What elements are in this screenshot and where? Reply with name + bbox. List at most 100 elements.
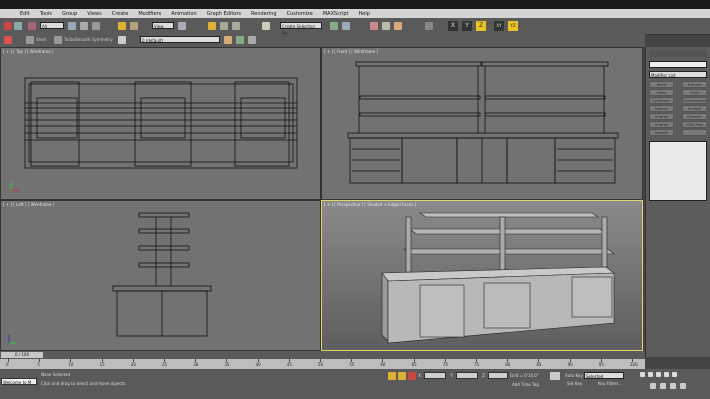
z-coordinate-field[interactable] [488,372,508,379]
select-by-name-icon[interactable] [80,22,88,30]
link-icon[interactable] [28,22,36,30]
orbit-icon[interactable] [670,383,676,389]
select-layer-icon[interactable] [236,36,244,44]
edit-named-selection-icon[interactable] [262,22,270,30]
modifier-button-shell[interactable]: Shell [682,89,707,96]
object-paint-icon[interactable] [4,36,12,44]
viewport-perspective[interactable]: [ + ] [ Perspective ] [ Shaded + Edged F… [321,200,643,351]
shell-label[interactable]: Shell [36,37,46,42]
next-frame-icon[interactable] [664,372,669,377]
play-icon[interactable] [656,372,661,377]
modifier-button-lathe[interactable]: Lathe [649,89,674,96]
axis-y-button[interactable]: Y [462,21,472,31]
track-bar-label: 90 [567,362,573,367]
menu-item-views[interactable]: Views [87,11,101,17]
time-slider-thumb[interactable]: 0 / 100 [1,352,43,358]
maxscript-listener[interactable]: Welcome to M [1,378,37,385]
turbosmooth-label[interactable]: TurboSmooth [64,37,90,42]
render-icon[interactable] [394,22,402,30]
axis-yz-button[interactable]: YZ [508,21,518,31]
render-setup-icon[interactable] [382,22,390,30]
menu-item-modifiers[interactable]: Modifiers [138,11,161,17]
track-bar-label: 10 [68,362,74,367]
modifier-button-chamfer-uvw[interactable]: Chamfer UVW [682,113,707,126]
set-current-layer-icon[interactable] [248,36,256,44]
x-coordinate-field[interactable] [424,372,446,379]
snap-icon[interactable] [208,22,216,30]
modifier-button-smooth[interactable]: Smooth [649,129,674,136]
key-mode-dropdown[interactable]: Selected [584,372,624,379]
previous-frame-icon[interactable] [648,372,653,377]
zoom-icon[interactable] [650,383,656,389]
menu-item-help[interactable]: Help [359,11,370,17]
modifier-list-dropdown[interactable]: Modifier List [649,71,707,78]
modifier-button-unwrap[interactable]: Unwrap [649,113,674,120]
coord-icon[interactable] [408,372,416,380]
menu-item-group[interactable]: Group [62,11,77,17]
menu-item-graph-editors[interactable]: Graph Editors [207,11,241,17]
axis-xy-button[interactable]: XY [494,21,504,31]
key-filters-button[interactable]: Key Filters... [598,381,622,386]
reference-coord-dropdown[interactable]: View [152,22,174,29]
absolute-mode-icon[interactable] [398,372,406,380]
modifier-button-empty[interactable] [682,129,707,136]
modifier-stack[interactable] [649,141,707,201]
track-bar[interactable]: 0 5 10 15 20 25 30 35 40 45 50 55 60 65 70 75 80 85 90 95 10… [0,359,645,369]
material-editor-icon[interactable] [370,22,378,30]
pan-icon[interactable] [660,383,666,389]
region-select-icon[interactable] [92,22,100,30]
key-icon[interactable] [550,372,560,380]
percent-snap-icon[interactable] [232,22,240,30]
undo-icon[interactable] [4,22,12,30]
auto-key-button[interactable]: Auto Key [565,373,583,378]
y-coordinate-field[interactable] [456,372,478,379]
go-to-start-icon[interactable] [640,372,645,377]
toolbar-icon[interactable] [425,22,433,30]
pivot-icon[interactable] [178,22,186,30]
modifier-button-unwrap[interactable]: Unwrap [649,121,674,128]
layer-dropdown[interactable]: 0 (default) [140,36,220,43]
menu-item-maxscript[interactable]: MAXScript [323,11,349,17]
add-time-tag-button[interactable]: Add Time Tag [512,382,539,387]
axis-z-button[interactable]: Z [476,21,486,31]
mirror-icon[interactable] [330,22,338,30]
viewport-left[interactable]: [ + ] [ Left ] [ Wireframe ] [0,200,321,351]
move-icon[interactable] [118,22,126,30]
viewport-top[interactable]: [ + ] [ Top ] [ Wireframe ] [0,47,321,200]
modifier-button-normal[interactable]: Normal [649,105,674,112]
shell-icon[interactable] [26,36,34,44]
align-icon[interactable] [342,22,350,30]
selection-filter-dropdown[interactable]: All [40,22,64,29]
menu-item-tools[interactable]: Tools [40,11,52,17]
maximize-viewport-icon[interactable] [680,383,686,389]
axis-x-button[interactable]: X [448,21,458,31]
modifier-button-extrude[interactable]: Extrude [682,81,707,88]
layer-manager-icon[interactable] [118,36,126,44]
menu-item-rendering[interactable]: Rendering [251,11,277,17]
modifier-button-symmetry[interactable]: Symmetry [649,97,674,104]
time-slider[interactable]: 0 / 100 [0,351,645,359]
modifier-button-turbosmooth[interactable]: TurboSmooth [682,97,707,104]
turbosmooth-icon[interactable] [54,36,62,44]
symmetry-label[interactable]: Symmetry [92,37,113,42]
menu-item-create[interactable]: Create [112,11,129,17]
set-key-button[interactable]: Set Key [567,381,582,386]
select-icon[interactable] [68,22,76,30]
go-to-end-icon[interactable] [672,372,677,377]
lock-selection-icon[interactable] [388,372,396,380]
angle-snap-icon[interactable] [220,22,228,30]
command-panel-tabs[interactable] [649,50,707,57]
menu-item-edit[interactable]: Edit [20,11,30,17]
menu-item-customize[interactable]: Customize [287,11,313,17]
redo-icon[interactable] [14,22,22,30]
modifier-button-bend[interactable]: Bend [649,81,674,88]
modifier-button-uvw-map[interactable]: UVW Map [682,121,707,128]
object-name-field[interactable] [649,61,707,68]
title-bar [0,0,710,9]
modifier-button-surface-select[interactable]: Surface Select [682,105,707,118]
named-selection-dropdown[interactable]: Create Selection Se [280,22,322,36]
viewport-front[interactable]: [ + ] [ Front ] [ Wireframe ] [321,47,643,200]
menu-item-animation[interactable]: Animation [171,11,197,17]
add-layer-icon[interactable] [224,36,232,44]
rotate-icon[interactable] [130,22,138,30]
